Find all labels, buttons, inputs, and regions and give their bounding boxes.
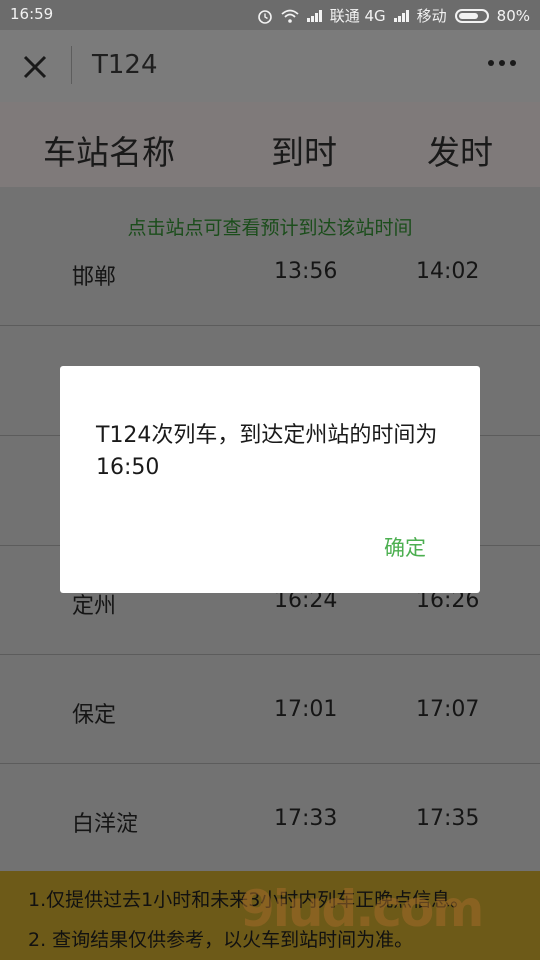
status-time: 16:59 — [10, 5, 54, 23]
status-bar: 16:59 联通 4G 移动 80% — [0, 0, 540, 30]
station-name: 白洋淀 — [72, 812, 139, 837]
wifi-icon — [281, 9, 299, 23]
carrier-1: 联通 4G — [329, 7, 386, 25]
station-row[interactable]: 保定 17:01 17:07 — [0, 654, 540, 764]
arrive-time: 17:01 — [274, 697, 338, 722]
close-icon[interactable] — [20, 52, 50, 82]
arrive-time: 13:56 — [274, 259, 338, 284]
alarm-icon — [257, 9, 272, 24]
dialog-message: T124次列车，到达定州站的时间为16:50 — [96, 423, 438, 480]
column-depart: 发时 — [427, 133, 493, 172]
header-divider — [71, 46, 72, 84]
arrive-time: 17:33 — [274, 806, 338, 831]
battery-icon — [454, 8, 489, 23]
signal-icon — [306, 9, 322, 22]
page-title: T124 — [92, 50, 158, 80]
hint-text: 点击站点可查看预计到达该站时间 — [127, 217, 413, 239]
depart-time: 17:35 — [416, 806, 480, 831]
station-name: 邯郸 — [72, 265, 117, 290]
column-header: 车站名称 到时 发时 — [0, 102, 540, 187]
signal-icon-2 — [393, 9, 409, 22]
battery-fill — [458, 12, 478, 19]
status-right: 联通 4G 移动 80% — [257, 5, 530, 26]
carrier-2: 移动 — [416, 7, 447, 25]
depart-time: 17:07 — [416, 697, 480, 722]
depart-time: 14:02 — [416, 259, 480, 284]
alert-dialog: T124次列车，到达定州站的时间为16:50 确定 — [60, 366, 480, 593]
watermark-logo: 9iud.com — [240, 880, 484, 938]
battery-percent: 80% — [496, 6, 530, 25]
nav-header: T124 — [0, 30, 540, 102]
station-name: 保定 — [72, 703, 117, 728]
more-icon[interactable] — [488, 60, 516, 66]
station-row[interactable]: 白洋淀 17:33 17:35 — [0, 763, 540, 873]
confirm-button[interactable]: 确定 — [384, 532, 426, 562]
column-station: 车站名称 — [43, 133, 175, 172]
column-arrive: 到时 — [271, 133, 337, 172]
